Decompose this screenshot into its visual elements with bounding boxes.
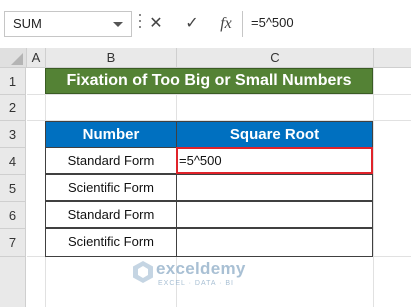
row-header-2[interactable]: 2: [0, 95, 26, 121]
row-header-6[interactable]: 6: [0, 202, 26, 229]
cell-c4-active[interactable]: =5^500: [176, 147, 373, 174]
row-header-5[interactable]: 5: [0, 175, 26, 202]
header-square-root[interactable]: Square Root: [176, 121, 373, 148]
column-header-c[interactable]: C: [177, 48, 374, 68]
column-header-d[interactable]: [374, 48, 411, 68]
row-header-3[interactable]: 3: [0, 121, 26, 148]
row-header-8[interactable]: [0, 257, 26, 307]
function-icon[interactable]: fx: [216, 14, 236, 34]
cell-c6[interactable]: [176, 201, 373, 228]
header-number[interactable]: Number: [45, 121, 177, 148]
cancel-icon[interactable]: ✕: [146, 14, 166, 34]
cell-b4[interactable]: Standard Form: [45, 147, 177, 174]
logo-icon: [133, 261, 153, 283]
cell-b5[interactable]: Scientific Form: [45, 174, 177, 201]
name-box[interactable]: SUM: [4, 11, 132, 37]
select-all-icon: [11, 53, 23, 65]
cell-b6[interactable]: Standard Form: [45, 201, 177, 228]
cell-c5[interactable]: [176, 174, 373, 201]
name-box-value: SUM: [13, 16, 42, 31]
cell-b7[interactable]: Scientific Form: [45, 228, 177, 257]
grip-icon[interactable]: [139, 14, 141, 34]
formula-bar: SUM ✕ ✓ fx =5^500: [0, 0, 411, 48]
row-header-4[interactable]: 4: [0, 148, 26, 175]
row-header-7[interactable]: 7: [0, 229, 26, 257]
logo-name: exceldemy: [156, 259, 246, 278]
chevron-down-icon[interactable]: [113, 22, 123, 27]
select-all-corner[interactable]: [0, 48, 27, 68]
enter-icon[interactable]: ✓: [182, 14, 202, 34]
logo-tagline: EXCEL · DATA · BI: [158, 280, 234, 287]
formula-text: =5^500: [251, 15, 294, 30]
column-header-b[interactable]: B: [46, 48, 177, 68]
exceldemy-logo: exceldemy EXCEL · DATA · BI: [132, 258, 272, 294]
column-header-a[interactable]: A: [27, 48, 46, 68]
formula-input[interactable]: =5^500: [242, 11, 411, 37]
title-cell[interactable]: Fixation of Too Big or Small Numbers: [45, 68, 373, 94]
row-header-1[interactable]: 1: [0, 68, 26, 95]
cell-c7[interactable]: [176, 228, 373, 257]
